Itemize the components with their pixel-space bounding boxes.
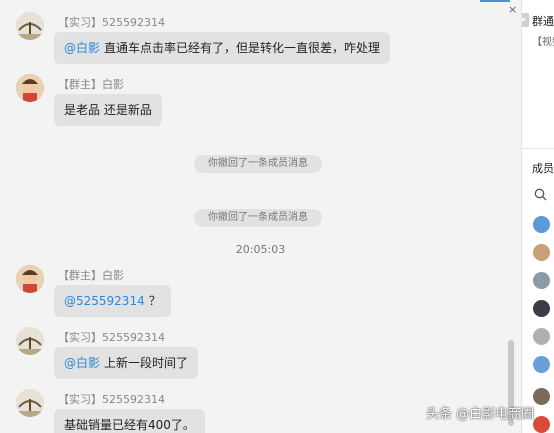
member-avatar[interactable] (533, 388, 550, 405)
system-notice: 你撤回了一条成员消息 (194, 155, 322, 173)
watermark: 头条 @白影电商圈 (426, 407, 535, 422)
sender-name: 【实习】525592314 (58, 16, 165, 29)
sender-name: 【实习】525592314 (58, 331, 165, 344)
sender-name: 【群主】白影 (58, 78, 124, 91)
member-avatar[interactable] (533, 356, 550, 373)
member-avatar[interactable] (533, 328, 550, 345)
active-tab-indicator (480, 0, 510, 2)
mention-link[interactable]: @525592314 (64, 294, 145, 308)
message-bubble: 基础销量已经有400了。 (54, 409, 205, 433)
avatar[interactable] (16, 327, 44, 355)
group-title: 群通 (532, 15, 554, 28)
sender-name: 【实习】525592314 (58, 393, 165, 406)
message-text: 基础销量已经有400了。 (64, 418, 195, 432)
message-text: 上新一段时间了 (104, 356, 189, 370)
message-bubble: @525592314？ (54, 285, 171, 317)
message-text: ？ (148, 294, 161, 308)
chat-area: × 【实习】525592314 @白影 直通车点击率已经有了，但是转化一直很差，咋… (0, 0, 521, 433)
message-bubble: @白影 直通车点击率已经有了，但是转化一直很差，咋处理 (54, 32, 391, 64)
avatar[interactable] (16, 12, 44, 40)
search-icon[interactable] (534, 188, 547, 204)
message-bubble: @白影 上新一段时间了 (54, 347, 199, 379)
system-notice: 你撤回了一条成员消息 (194, 209, 322, 227)
mention-link[interactable]: @白影 (64, 356, 100, 370)
avatar[interactable] (16, 265, 44, 293)
members-label: 成员 (532, 162, 554, 175)
sender-name: 【群主】白影 (58, 269, 124, 282)
member-avatar[interactable] (533, 216, 550, 233)
message-bubble: 是老品 还是新品 (54, 94, 162, 126)
member-avatar[interactable] (533, 300, 550, 317)
group-notice[interactable]: 【视频 (532, 33, 554, 48)
message-text: 直通车点击率已经有了，但是转化一直很差，咋处理 (104, 41, 381, 55)
avatar[interactable] (16, 389, 44, 417)
close-icon[interactable]: × (508, 3, 517, 16)
member-avatar[interactable] (533, 416, 550, 433)
mention-link[interactable]: @白影 (64, 41, 100, 55)
member-avatar[interactable] (533, 244, 550, 261)
message-text: 是老品 还是新品 (64, 103, 152, 117)
timestamp: 20:05:03 (235, 243, 286, 256)
collapse-icon[interactable]: ▸ (522, 13, 529, 27)
member-avatar[interactable] (533, 272, 550, 289)
avatar[interactable] (16, 74, 44, 102)
group-side-panel: ▸ 群通 【视频 成员 (521, 0, 554, 433)
divider (522, 148, 554, 149)
